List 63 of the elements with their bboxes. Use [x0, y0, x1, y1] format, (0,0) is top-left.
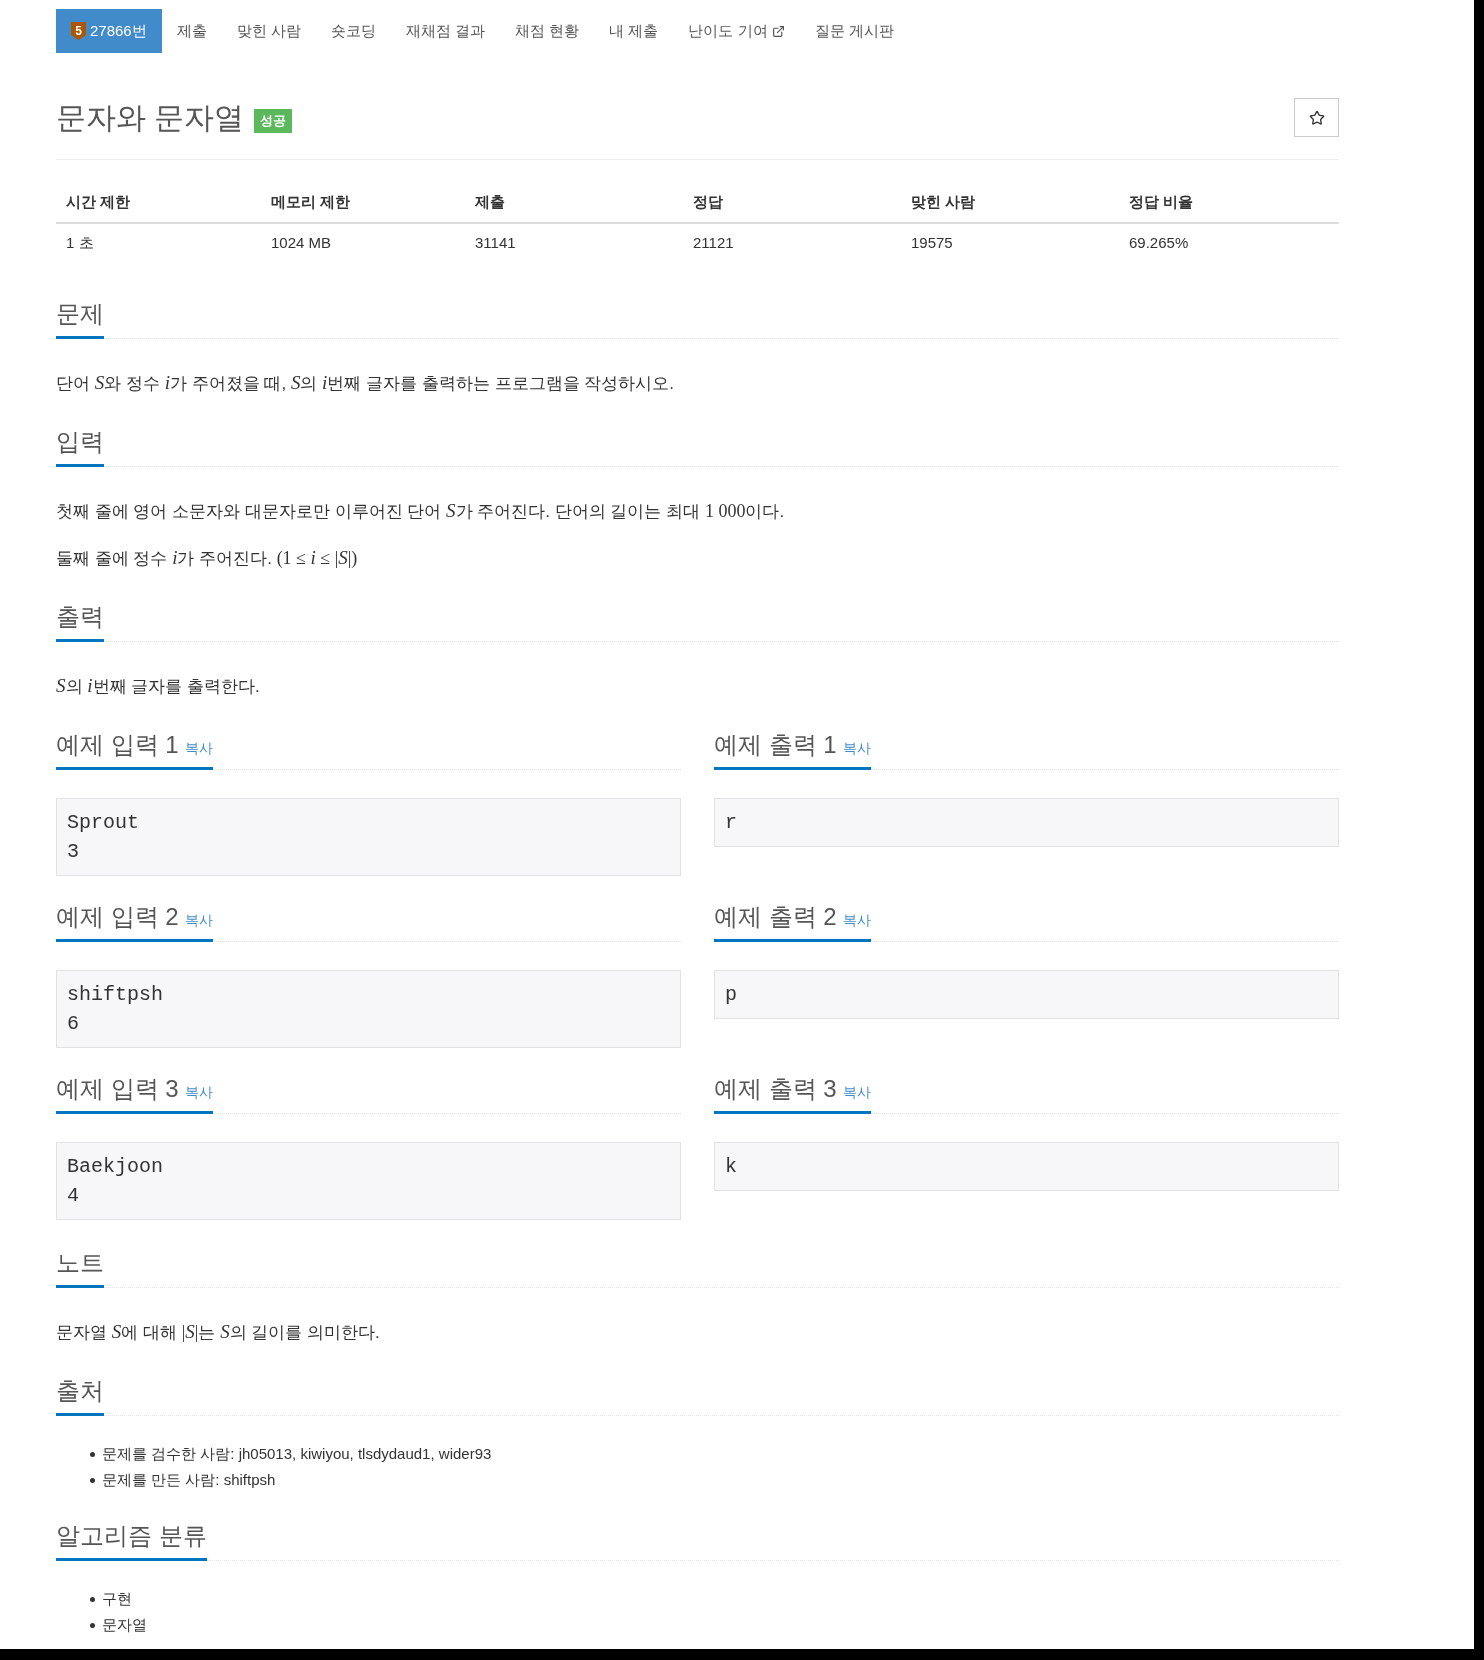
nav-tab[interactable]: 채점 현황 [500, 9, 595, 53]
nav-tab[interactable]: 내 제출 [594, 9, 674, 53]
paragraph-text: 둘째 줄에 정수 i가 주어진다. (1 ≤ i ≤ |S|) [56, 546, 359, 570]
bullet-icon [90, 1477, 95, 1483]
code-block: r [714, 798, 1339, 847]
copy-link[interactable]: 복사 [184, 910, 213, 931]
code-block: k [714, 1142, 1339, 1191]
copy-link[interactable]: 복사 [842, 1082, 871, 1103]
example-heading: 예제 출력 3 [714, 1074, 837, 1104]
status-badge: 성공 [254, 108, 293, 133]
paragraph-text: 단어 S와 정수 i가 주어졌을 때, S의 i번째 글자를 출력하는 프로그램을 작성하시오. [56, 371, 675, 395]
example-heading: 예제 입력 2 [56, 902, 179, 932]
example-heading: 예제 출력 2 [714, 902, 837, 932]
problem-title: 문자와 문자열 [56, 100, 245, 136]
nav-tab[interactable]: 5 27866번 [56, 9, 162, 53]
column-header: 정답 [693, 192, 723, 213]
paragraph-text: 첫째 줄에 영어 소문자와 대문자로만 이루어진 단어 S가 주어진다. 단어의 길이는 최대 1 000이다. [56, 499, 786, 523]
copy-link[interactable]: 복사 [842, 738, 871, 759]
code-block: Sprout 3 [56, 798, 681, 876]
table-cell-text: 1024 MB [271, 233, 332, 254]
column-header: 제출 [475, 192, 505, 213]
column-header: 정답 비율 [1129, 192, 1194, 213]
bullet-icon [90, 1596, 95, 1602]
list-item-text: 문자열 [102, 1615, 147, 1635]
section-heading: 출처 [56, 1376, 104, 1406]
section-heading: 문제 [56, 299, 104, 329]
nav-tab[interactable]: 맞힌 사람 [221, 9, 316, 53]
code-block: shiftpsh 6 [56, 970, 681, 1048]
favorite-button[interactable] [1294, 98, 1339, 137]
bullet-icon [90, 1451, 95, 1457]
column-header: 맞힌 사람 [911, 192, 976, 213]
paragraph-text: 문자열 S에 대해 |S|는 S의 길이를 의미한다. [56, 1320, 381, 1344]
nav-tab[interactable]: 질문 게시판 [799, 9, 909, 53]
table-cell-text: 1 초 [66, 233, 94, 254]
example-heading: 예제 출력 1 [714, 730, 837, 760]
table-cell-text: 21121 [693, 233, 734, 254]
list-item-text: 구현 [102, 1589, 132, 1609]
example-heading: 예제 입력 1 [56, 730, 179, 760]
section-heading: 알고리즘 분류 [56, 1521, 207, 1551]
tier-badge: 5 [71, 22, 86, 40]
code-block: Baekjoon 4 [56, 1142, 681, 1220]
table-cell-text: 31141 [475, 233, 516, 254]
copy-link[interactable]: 복사 [184, 738, 213, 759]
table-cell-text: 69.265% [1129, 233, 1189, 254]
column-header: 메모리 제한 [271, 192, 351, 213]
nav-tab[interactable]: 제출 [161, 9, 222, 53]
table-cell-text: 19575 [911, 233, 953, 254]
bullet-icon [90, 1622, 95, 1628]
section-heading: 출력 [56, 602, 104, 632]
paragraph-text: S의 i번째 글자를 출력한다. [56, 674, 261, 698]
list-item-text: 문제를 만든 사람: shiftpsh [102, 1470, 276, 1490]
external-link-icon [771, 24, 785, 38]
column-header: 시간 제한 [66, 192, 131, 213]
nav-tab[interactable]: 난이도 기여 [673, 9, 800, 53]
code-block: p [714, 970, 1339, 1019]
nav-tab[interactable]: 숏코딩 [315, 9, 391, 53]
example-heading: 예제 입력 3 [56, 1074, 179, 1104]
list-item-text: 문제를 검수한 사람: jh05013, kiwiyou, tlsdydaud1, wider93 [102, 1444, 492, 1464]
nav-tab[interactable]: 재채점 결과 [390, 9, 501, 53]
copy-link[interactable]: 복사 [842, 910, 871, 931]
section-heading: 입력 [56, 427, 104, 457]
copy-link[interactable]: 복사 [184, 1082, 213, 1103]
section-heading: 노트 [56, 1248, 104, 1278]
